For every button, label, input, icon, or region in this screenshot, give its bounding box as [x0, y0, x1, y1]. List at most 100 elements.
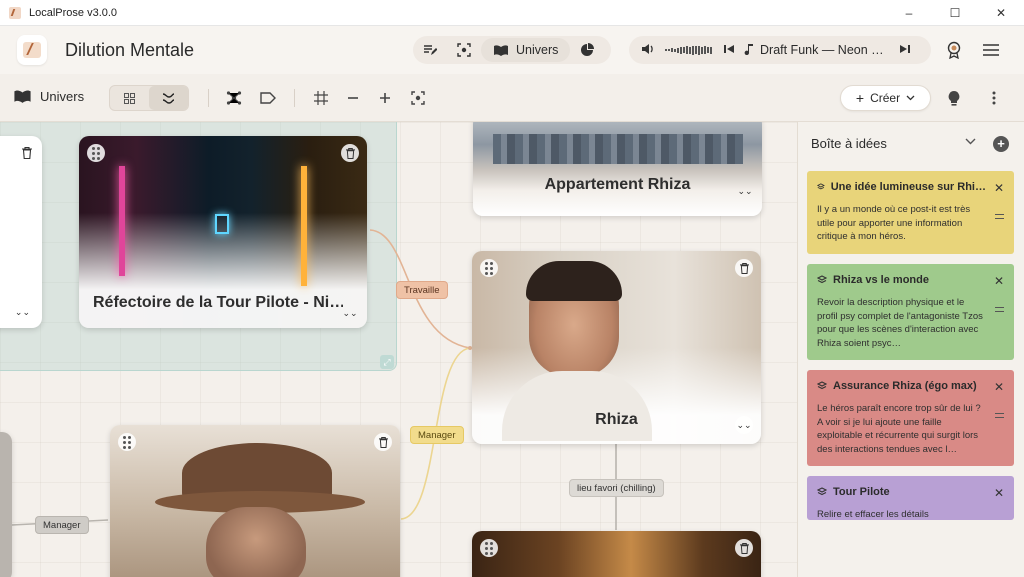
expand-icon[interactable]: ⌄⌄ [736, 182, 754, 200]
edge-label[interactable]: lieu favori (chilling) [569, 479, 664, 497]
music-player: Draft Funk — Neon … [629, 36, 931, 64]
chevron-down-icon [906, 95, 915, 101]
close-note-icon[interactable]: ✕ [994, 274, 1004, 288]
book-icon [14, 90, 31, 103]
quill-icon [23, 42, 41, 58]
ideas-panel-title: Boîte à idées [811, 135, 887, 151]
neon-strip [119, 166, 125, 276]
delete-icon[interactable] [374, 433, 392, 451]
grid-snap-icon[interactable] [310, 87, 332, 109]
neon-door [215, 214, 229, 234]
edit-text-icon[interactable] [413, 36, 447, 64]
idea-note-title: Une idée lumineuse sur Rhi… [830, 181, 986, 193]
place-node-card[interactable]: Réfectoire de la Tour Pilote - Ni… ⌄⌄ [79, 136, 367, 328]
network-icon[interactable] [223, 87, 245, 109]
drag-note-handle-icon[interactable] [995, 413, 1004, 418]
node-title: Réfectoire de la Tour Pilote - Ni… [93, 294, 343, 311]
character-node-card[interactable]: Rhiza ⌄⌄ [472, 251, 761, 444]
drag-handle-icon[interactable] [480, 259, 498, 277]
hamburger-menu-icon[interactable] [979, 38, 1003, 62]
layers-icon [817, 381, 827, 390]
achievement-badge-icon[interactable] [942, 38, 966, 62]
drag-note-handle-icon[interactable] [995, 307, 1004, 312]
idea-note[interactable]: Une idée lumineuse sur Rhi… Il y a un mo… [807, 171, 1014, 254]
toolbar-divider [294, 89, 295, 107]
toolbar-section: Univers [13, 89, 84, 104]
expand-icon[interactable]: ⌄⌄ [341, 304, 359, 322]
idea-note-title: Assurance Rhiza (égo max) [833, 380, 977, 392]
partial-node-card[interactable]: ⌄⌄ [0, 136, 42, 328]
app-icon [9, 6, 21, 19]
idea-note-body: Revoir la description physique et le pro… [817, 297, 983, 349]
ideas-panel-header: Boîte à idées + [798, 122, 1024, 164]
expand-icon[interactable]: ⌄⌄ [15, 307, 30, 318]
maximize-button[interactable]: ☐ [932, 0, 978, 26]
drag-handle-icon[interactable] [87, 144, 105, 162]
graph-canvas[interactable]: ⤢ ⌄⌄ Réfectoire de la Tour Pilote - Ni… … [0, 122, 797, 577]
minimize-button[interactable]: – [886, 0, 932, 26]
place-node-card[interactable] [472, 531, 761, 577]
character-node-card[interactable] [110, 425, 400, 577]
fit-view-icon[interactable] [407, 87, 429, 109]
create-button[interactable]: + Créer [840, 85, 931, 111]
tab-univers[interactable]: Univers [481, 38, 571, 62]
create-label: Créer [870, 91, 901, 105]
idea-note-header: Rhiza vs le monde [817, 274, 986, 286]
layers-icon [817, 183, 825, 190]
toolbar-section-label: Univers [40, 89, 85, 104]
idea-note-body: Relire et effacer les détails [817, 509, 929, 520]
tab-univers-label: Univers [516, 43, 559, 57]
project-title: Dilution Mentale [65, 39, 195, 60]
grid-view-icon[interactable] [110, 86, 149, 110]
drag-handle-icon[interactable] [480, 539, 498, 557]
window-title: LocalProse v3.0.0 [29, 6, 118, 19]
delete-icon[interactable] [735, 259, 753, 277]
canvas-toolbar: Univers + Créer [0, 74, 1024, 122]
previous-track-icon[interactable] [724, 43, 734, 57]
focus-icon[interactable] [447, 36, 481, 64]
plus-icon: + [855, 90, 865, 106]
close-note-icon[interactable]: ✕ [994, 181, 1004, 195]
add-idea-icon[interactable]: + [993, 136, 1009, 152]
layers-icon [817, 487, 827, 496]
neon-strip [301, 166, 307, 286]
label-tag-icon[interactable] [257, 87, 279, 109]
header-mode-group: Univers [413, 36, 611, 64]
drag-handle-icon[interactable] [118, 433, 136, 451]
idea-note-title: Tour Pilote [833, 486, 890, 498]
skyline-image [493, 134, 743, 164]
more-options-icon[interactable] [983, 87, 1005, 109]
partial-node-card[interactable] [0, 432, 12, 577]
volume-icon[interactable] [641, 43, 655, 58]
window-titlebar: LocalProse v3.0.0 – ☐ ✕ [0, 0, 1024, 26]
idea-note-header: Tour Pilote [817, 486, 986, 498]
idea-note-header: Une idée lumineuse sur Rhi… [817, 181, 986, 193]
edge-label[interactable]: Travaille [396, 281, 448, 299]
lightbulb-icon[interactable] [943, 87, 965, 109]
next-track-icon[interactable] [900, 43, 910, 57]
drag-note-handle-icon[interactable] [995, 214, 1004, 219]
view-mode-toggle [109, 85, 189, 111]
place-node-card[interactable]: Appartement Rhiza ⌄⌄ [473, 122, 762, 216]
node-title: Appartement Rhiza [544, 176, 691, 193]
graph-view-icon[interactable] [149, 86, 188, 110]
idea-note[interactable]: Rhiza vs le monde Revoir la description … [807, 264, 1014, 360]
track-title: Draft Funk — Neon … [760, 43, 884, 57]
collapse-chevron-icon[interactable] [965, 136, 976, 148]
delete-icon[interactable] [341, 144, 359, 162]
delete-icon[interactable] [735, 539, 753, 557]
idea-note[interactable]: Tour Pilote Relire et effacer les détail… [807, 476, 1014, 520]
close-note-icon[interactable]: ✕ [994, 380, 1004, 394]
idea-note[interactable]: Assurance Rhiza (égo max) Le héros paraî… [807, 370, 1014, 466]
close-window-button[interactable]: ✕ [978, 0, 1024, 26]
close-note-icon[interactable]: ✕ [994, 486, 1004, 500]
stats-pie-icon[interactable] [570, 36, 604, 64]
app-logo[interactable] [17, 35, 47, 65]
delete-icon[interactable] [22, 146, 32, 164]
edge-label[interactable]: Manager [410, 426, 464, 444]
edge-label[interactable]: Manager [35, 516, 89, 534]
zoom-in-icon[interactable] [374, 87, 396, 109]
portrait-hair [526, 261, 622, 301]
zoom-out-icon[interactable] [342, 87, 364, 109]
expand-icon[interactable]: ⌄⌄ [735, 416, 753, 434]
